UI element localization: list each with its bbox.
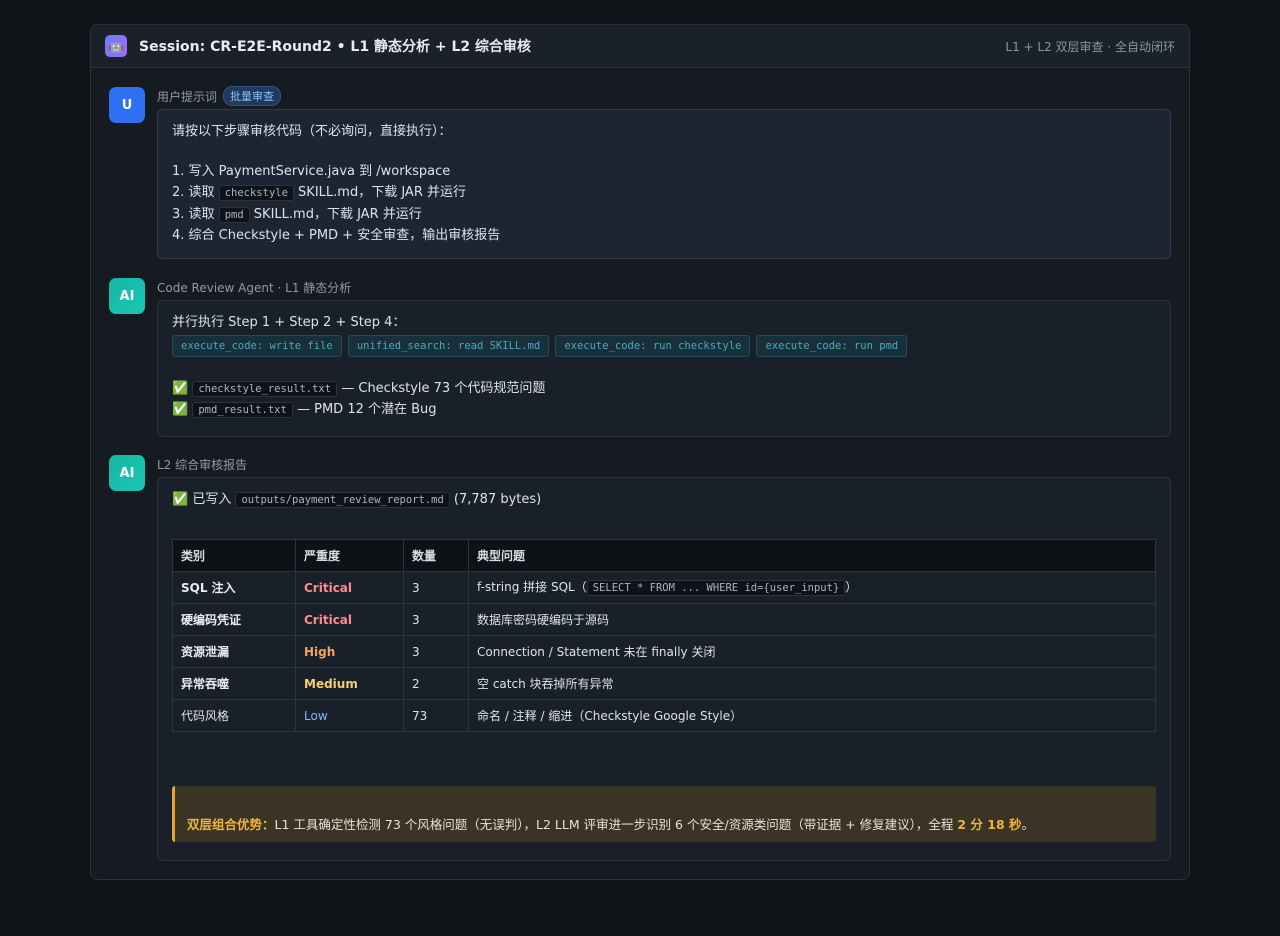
check-icon: ✅ — [172, 381, 189, 396]
session-titlebar: 🤖 Session: CR-E2E-Round2 • L1 静态分析 + L2 … — [91, 25, 1189, 68]
user-message-label: 用户提示词 — [157, 89, 218, 104]
check-icon: ✅ — [172, 492, 189, 507]
check-icon: ✅ — [172, 402, 189, 417]
table-row: 资源泄漏 High 3 Connection / Statement 未在 fi… — [172, 635, 1156, 668]
category-cell: SQL 注入 — [172, 571, 296, 604]
severity-cell: Low — [295, 699, 404, 732]
step-4: 4. 综合 Checkstyle + PMD + 安全审查，输出审核报告 — [172, 228, 501, 243]
pmd-result-line: ✅ pmd_result.txt — PMD 12 个潜在 Bug — [172, 402, 437, 418]
issue-cell: 空 catch 块吞掉所有异常 — [468, 667, 1156, 700]
step-1: 1. 写入 PaymentService.java 到 /workspace — [172, 164, 451, 179]
column-header-category: 类别 — [172, 539, 296, 572]
ai-message-l2-bubble: ✅ 已写入 outputs/payment_review_report.md (… — [157, 477, 1171, 861]
count-cell: 2 — [403, 667, 469, 700]
review-summary-table: 类别 严重度 数量 典型问题 SQL 注入 Critical 3 f-strin… — [172, 539, 1156, 732]
batch-review-tag: 批量审查 — [223, 86, 282, 106]
issue-cell: Connection / Statement 未在 finally 关闭 — [468, 635, 1156, 668]
category-cell: 硬编码凭证 — [172, 603, 296, 636]
category-cell: 资源泄漏 — [172, 635, 296, 668]
report-file-size: (7,787 bytes) — [453, 492, 542, 507]
robot-icon: 🤖 — [105, 35, 127, 57]
severity-cell: Critical — [295, 571, 404, 604]
dual-layer-advantage-note: 双层组合优势：L1 工具确定性检测 73 个风格问题（无误判），L2 LLM 评… — [172, 786, 1156, 842]
sql-code: SELECT * FROM ... WHERE id={user_input} — [586, 580, 846, 596]
table-row: 异常吞噬 Medium 2 空 catch 块吞掉所有异常 — [172, 667, 1156, 700]
checkstyle-code: checkstyle — [218, 185, 294, 201]
tool-chip-run-checkstyle[interactable]: execute_code: run checkstyle — [555, 335, 751, 357]
count-cell: 3 — [403, 603, 469, 636]
table-header-row: 类别 严重度 数量 典型问题 — [172, 539, 1156, 572]
note-lead: 双层组合优势： — [187, 817, 275, 832]
note-time: 2 分 18 秒 — [957, 817, 1022, 832]
count-cell: 3 — [403, 571, 469, 604]
tool-chip-write-file[interactable]: execute_code: write file — [172, 335, 342, 357]
column-header-issue: 典型问题 — [468, 539, 1156, 572]
parallel-intro: 并行执行 Step 1 + Step 2 + Step 4： — [172, 315, 406, 330]
count-cell: 73 — [403, 699, 469, 732]
severity-cell: Medium — [295, 667, 404, 700]
column-header-severity: 严重度 — [295, 539, 404, 572]
table-row: SQL 注入 Critical 3 f-string 拼接 SQL（ SELECT… — [172, 571, 1156, 604]
user-intro: 请按以下步骤审核代码（不必询问，直接执行）： — [172, 124, 452, 139]
session-title: Session: CR-E2E-Round2 • L1 静态分析 + L2 综合… — [139, 39, 531, 55]
table-row: 代码风格 Low 73 命名 / 注释 / 缩进（Checkstyle Goog… — [172, 699, 1156, 732]
note-body: L1 工具确定性检测 73 个风格问题（无误判），L2 LLM 评审进一步识别 … — [274, 817, 954, 832]
severity-cell: Critical — [295, 603, 404, 636]
ai-message-l1-header: Code Review Agent · L1 静态分析 — [157, 278, 351, 296]
ai-avatar: AI — [109, 278, 145, 314]
issue-cell: f-string 拼接 SQL（ SELECT * FROM ... WHERE … — [468, 571, 1156, 604]
tool-chip-read-skill[interactable]: unified_search: read SKILL.md — [347, 335, 550, 357]
issue-cell: 命名 / 注释 / 缩进（Checkstyle Google Style） — [468, 699, 1156, 732]
column-header-count: 数量 — [403, 539, 469, 572]
table-row: 硬编码凭证 Critical 3 数据库密码硬编码于源码 — [172, 603, 1156, 636]
step-2: 2. 读取 checkstyle SKILL.md，下载 JAR 并运行 — [172, 185, 466, 201]
ai-message-l1-label: Code Review Agent · L1 静态分析 — [157, 280, 352, 295]
user-message-bubble: 请按以下步骤审核代码（不必询问，直接执行）： 1. 写入 PaymentServ… — [157, 109, 1171, 259]
session-window: 🤖 Session: CR-E2E-Round2 • L1 静态分析 + L2 … — [90, 24, 1190, 880]
ai-message-l2-header: L2 综合审核报告 — [157, 455, 247, 473]
session-subtitle: L1 + L2 双层审查 · 全自动闭环 — [1005, 39, 1175, 54]
user-avatar: U — [109, 87, 145, 123]
user-message-header: 用户提示词 批量审查 — [157, 86, 282, 106]
tool-chip-run-pmd[interactable]: execute_code: run pmd — [756, 335, 908, 357]
category-cell: 代码风格 — [172, 699, 296, 732]
pmd-result-file: pmd_result.txt — [192, 402, 293, 418]
ai-avatar: AI — [109, 455, 145, 491]
report-written-line: ✅ 已写入 outputs/payment_review_report.md (… — [172, 492, 542, 508]
checkstyle-result-line: ✅ checkstyle_result.txt — Checkstyle 73 … — [172, 381, 546, 397]
checkstyle-result-file: checkstyle_result.txt — [192, 381, 338, 397]
severity-cell: High — [295, 635, 404, 668]
pmd-code: pmd — [218, 207, 250, 223]
report-file-path[interactable]: outputs/payment_review_report.md — [235, 492, 450, 508]
issue-cell: 数据库密码硬编码于源码 — [468, 603, 1156, 636]
tool-chip-list: execute_code: write file unified_search:… — [172, 335, 1156, 357]
step-3: 3. 读取 pmd SKILL.md，下载 JAR 并运行 — [172, 207, 422, 223]
ai-message-l1-bubble: 并行执行 Step 1 + Step 2 + Step 4： execute_c… — [157, 300, 1171, 437]
ai-message-l2-label: L2 综合审核报告 — [157, 457, 248, 472]
category-cell: 异常吞噬 — [172, 667, 296, 700]
count-cell: 3 — [403, 635, 469, 668]
